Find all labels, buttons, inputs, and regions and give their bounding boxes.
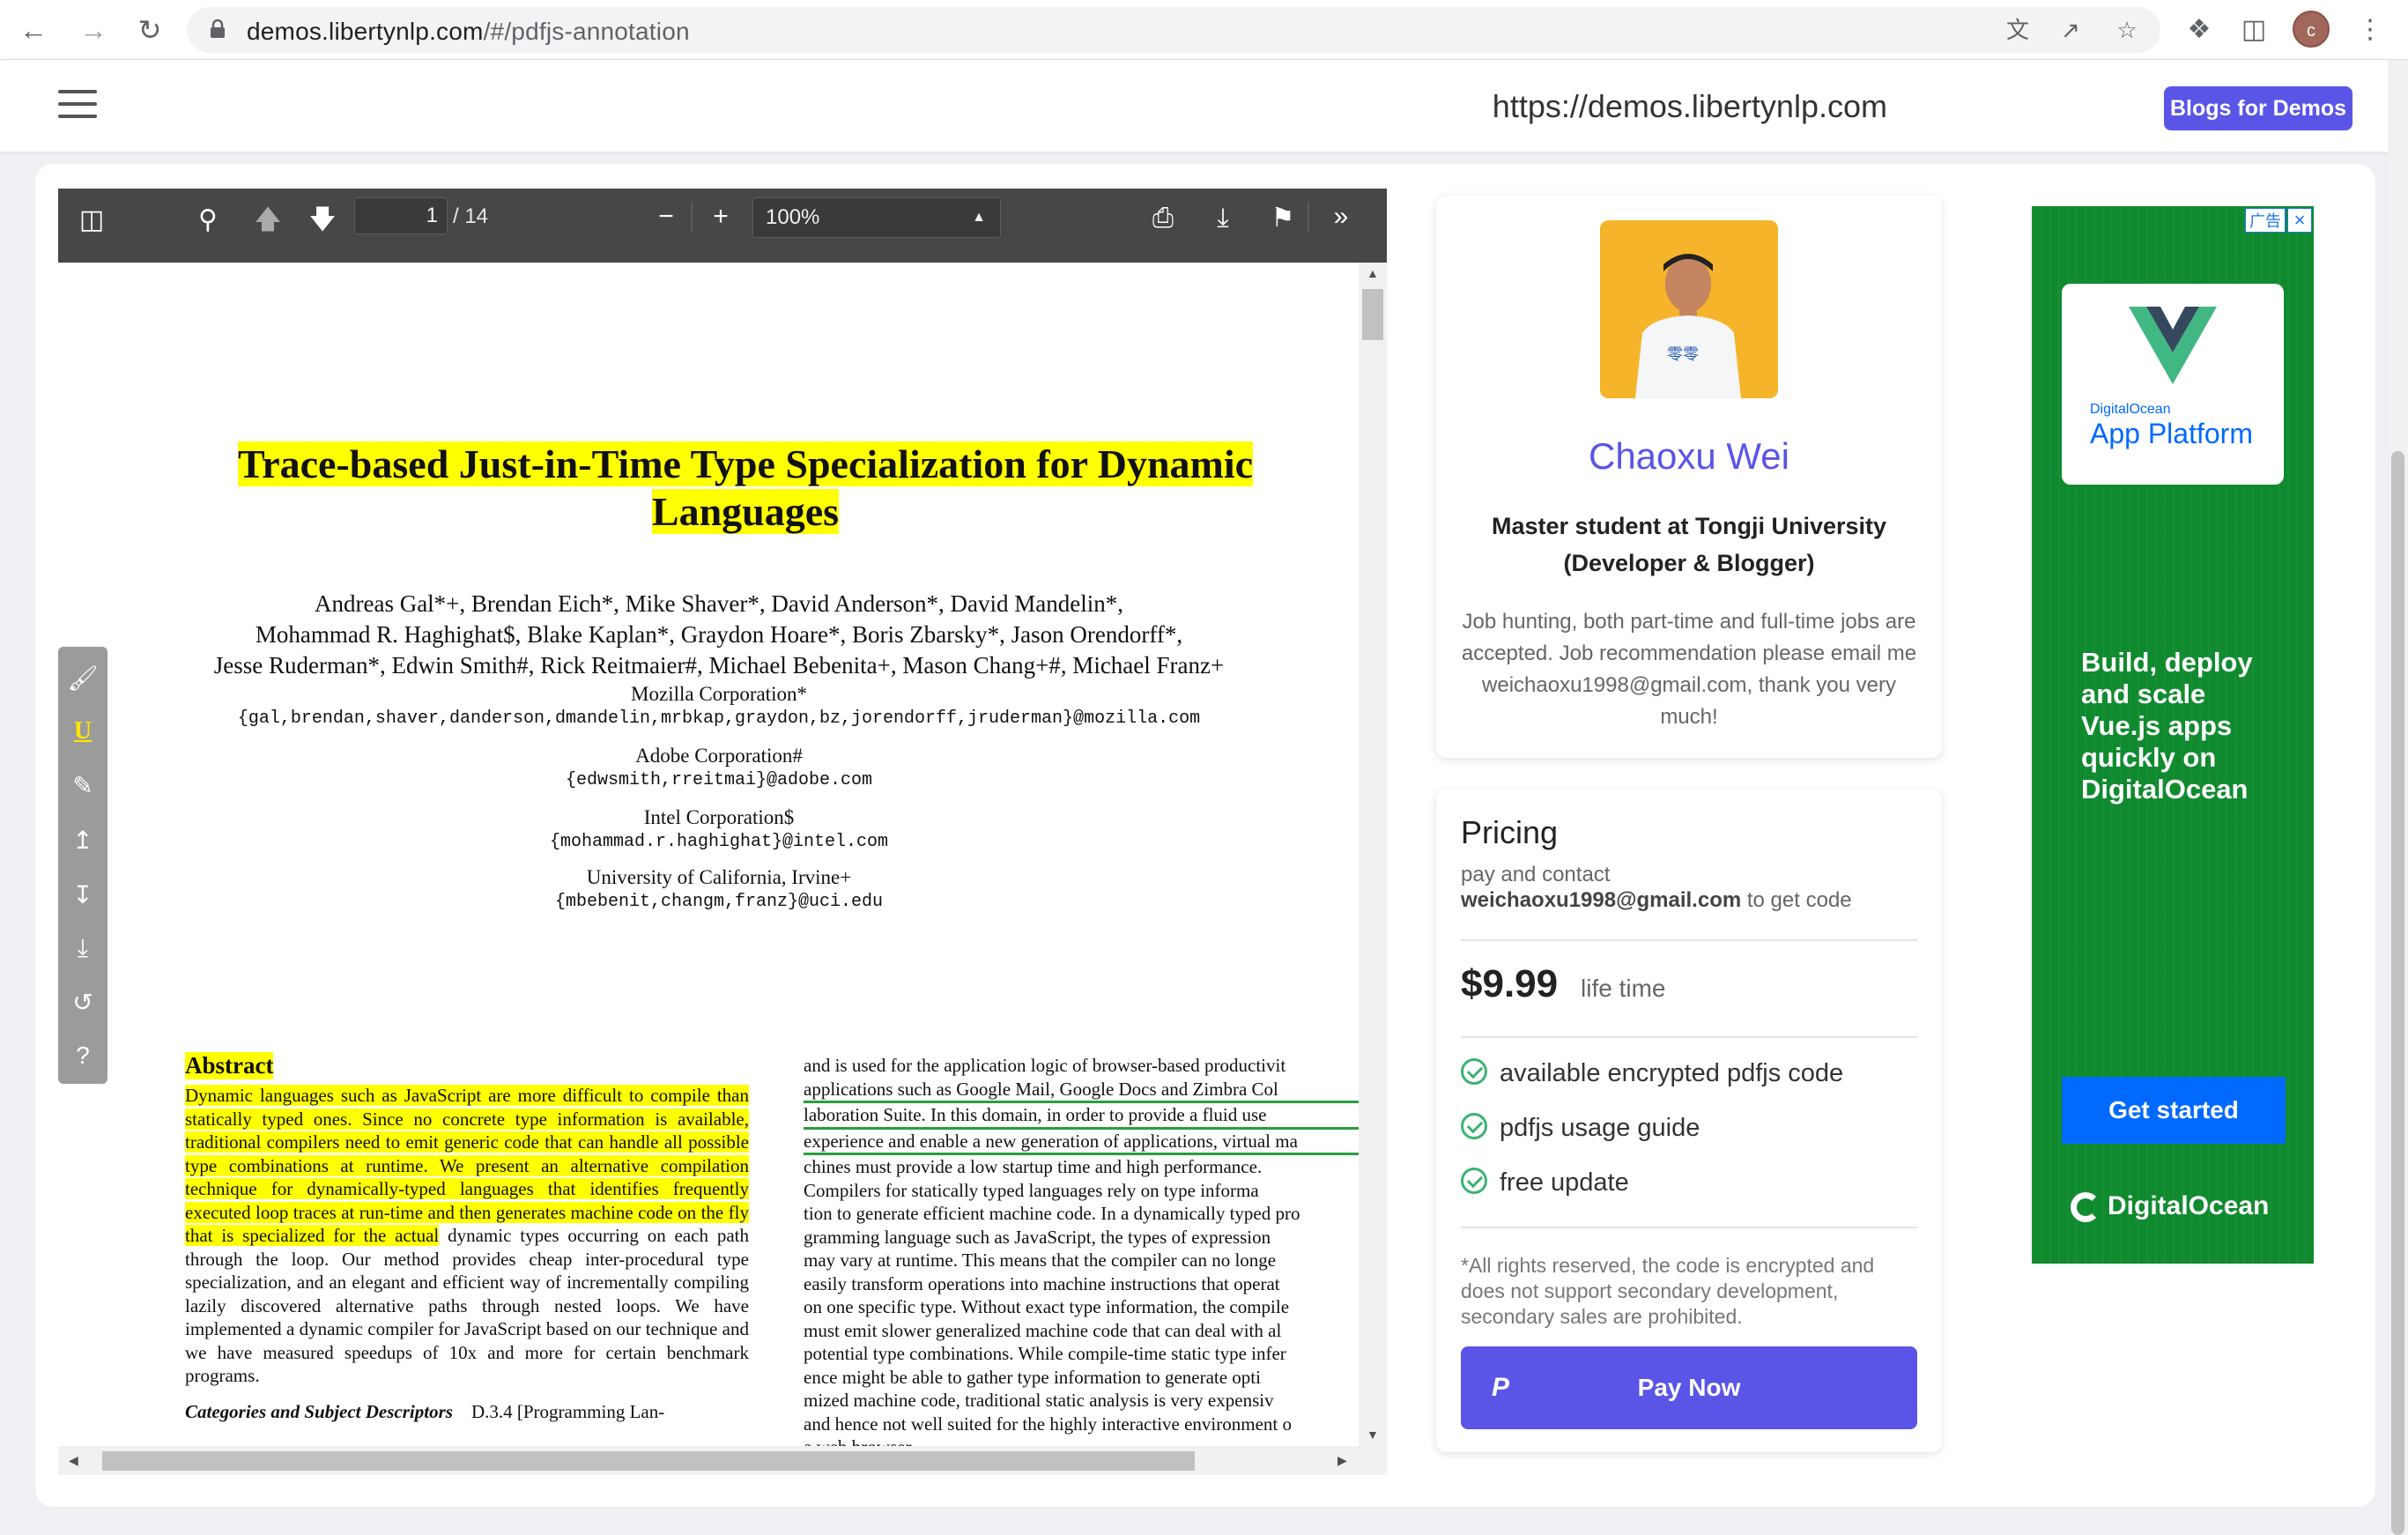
feature-item: pdfjs usage guide xyxy=(1461,1113,1700,1143)
side-panel-icon[interactable]: ◫ xyxy=(2234,11,2273,49)
digitalocean-icon xyxy=(2071,1192,2101,1223)
digitalocean-logo: DigitalOcean xyxy=(2071,1191,2269,1223)
share-icon[interactable]: ↗ xyxy=(2056,16,2085,44)
profile-photo: 零零 xyxy=(1600,220,1778,398)
blogs-for-demos-button[interactable]: Blogs for Demos xyxy=(2164,86,2352,130)
site-url[interactable]: https://demos.libertynlp.com xyxy=(1493,88,1887,125)
feature-item: available encrypted pdfjs code xyxy=(1461,1058,1843,1088)
extensions-puzzle-icon[interactable]: ❖ xyxy=(2180,11,2219,49)
right-column-text: and is used for the application logic of… xyxy=(804,1054,1359,1446)
profile-name: Chaoxu Wei xyxy=(1588,435,1789,477)
pencil-icon[interactable]: ✎ xyxy=(65,768,100,804)
ad-headline: Build, deploy and scale Vue.js apps quic… xyxy=(2081,647,2253,805)
download-tray-icon[interactable]: ↧ xyxy=(65,878,100,913)
pdf-vertical-scrollbar[interactable]: ▲ ▼ xyxy=(1359,263,1387,1446)
url-text: demos.libertynlp.com/#/pdfjs-annotation xyxy=(247,18,690,45)
profile-card: 零零 Chaoxu Wei Master student at Tongji U… xyxy=(1436,196,1942,758)
pricing-contact: pay and contact weichaoxu1998@gmail.com … xyxy=(1461,863,1852,912)
tools-menu-icon[interactable]: » xyxy=(1322,197,1360,236)
check-circle-icon xyxy=(1461,1168,1487,1195)
affiliation: Mozilla Corporation* {gal,brendan,shaver… xyxy=(237,683,1201,729)
pricing-card: Pricing pay and contact weichaoxu1998@gm… xyxy=(1436,790,1942,1452)
ad-badge[interactable]: 广告 xyxy=(2245,208,2286,233)
ad-app-tile: DigitalOcean App Platform xyxy=(2062,284,2284,485)
pdf-page: Trace-based Just-in-Time Type Specializa… xyxy=(58,263,1359,1446)
check-circle-icon xyxy=(1461,1113,1487,1140)
undo-icon[interactable]: ↺ xyxy=(65,985,100,1020)
close-icon[interactable]: × xyxy=(2287,208,2312,233)
advertisement[interactable]: 广告 × DigitalOcean App Platform Build, de… xyxy=(2032,206,2314,1264)
bookmark-star-icon[interactable]: ☆ xyxy=(2113,16,2141,44)
upload-icon[interactable]: ↥ xyxy=(65,823,100,858)
affiliation: Intel Corporation$ {mohammad.r.haghighat… xyxy=(549,806,889,852)
brush-icon[interactable]: 🖌 xyxy=(65,661,100,696)
search-icon[interactable]: ⚲ xyxy=(189,201,227,240)
browser-chrome: ← → ↻ demos.libertynlp.com/#/pdfjs-annot… xyxy=(0,0,2408,60)
reload-icon[interactable]: ↻ xyxy=(129,9,171,51)
paper-title: Trace-based Just-in-Time Type Specializa… xyxy=(237,441,1254,534)
price: $9.99 xyxy=(1461,962,1559,1005)
vue-logo-icon xyxy=(2129,307,2217,384)
page-count: / 14 xyxy=(453,204,489,228)
sidebar-toggle-icon[interactable]: ◫ xyxy=(72,201,111,240)
price-note: life time xyxy=(1581,975,1666,1002)
rights-notice: *All rights reserved, the code is encryp… xyxy=(1461,1254,1875,1328)
hamburger-menu-icon[interactable] xyxy=(58,90,97,120)
download-icon[interactable]: ⤓ xyxy=(1204,199,1242,238)
help-icon[interactable]: ? xyxy=(65,1038,100,1073)
next-page-icon[interactable]: 🡇 xyxy=(303,201,342,240)
feature-item: free update xyxy=(1461,1168,1629,1198)
affiliation: Adobe Corporation# {edwsmith,rreitmai}@a… xyxy=(565,745,873,790)
pdf-toolbar: ◫ ⚲ 🡅 🡇 1 / 14 − + 100% ▲ ⎙ ⤓ ⚑ » xyxy=(58,189,1387,263)
print-icon[interactable]: ⎙ xyxy=(1144,199,1182,238)
abstract-heading: Abstract xyxy=(185,1052,274,1079)
affiliation: University of California, Irvine+ {mbebe… xyxy=(554,866,884,912)
zoom-out-icon[interactable]: − xyxy=(647,197,685,236)
bookmark-icon[interactable]: ⚑ xyxy=(1263,199,1302,238)
pdf-horizontal-scrollbar[interactable]: ◀ ▶ xyxy=(58,1446,1387,1475)
profile-role: Master student at Tongji University (Dev… xyxy=(1491,513,1887,576)
previous-page-icon[interactable]: 🡅 xyxy=(248,201,287,240)
pdf-viewer: ◫ ⚲ 🡅 🡇 1 / 14 − + 100% ▲ ⎙ ⤓ ⚑ » Trace-b… xyxy=(58,189,1387,1475)
pricing-title: Pricing xyxy=(1461,814,1559,850)
translate-icon[interactable]: 文 xyxy=(2004,16,2032,44)
svg-text:零零: 零零 xyxy=(1667,345,1699,364)
address-bar[interactable]: demos.libertynlp.com/#/pdfjs-annotation … xyxy=(187,7,2160,53)
page-scrollbar[interactable] xyxy=(2388,60,2408,1535)
profile-avatar[interactable]: c xyxy=(2293,11,2330,48)
pay-now-button[interactable]: P Pay Now xyxy=(1461,1346,1917,1429)
page-number-input[interactable]: 1 xyxy=(354,197,448,234)
save-circle-icon[interactable]: ⤓ xyxy=(65,931,100,966)
lock-icon xyxy=(211,19,225,38)
forward-arrow-icon[interactable]: → xyxy=(72,9,115,51)
paypal-icon: P xyxy=(1491,1373,1509,1402)
annotation-toolbar: 🖌 U ✎ ↥ ↧ ⤓ ↺ ? xyxy=(58,647,107,1084)
kebab-menu-icon[interactable]: ⋮ xyxy=(2351,11,2389,49)
zoom-in-icon[interactable]: + xyxy=(701,197,740,236)
zoom-select[interactable]: 100% ▲ xyxy=(752,197,1001,238)
get-started-button[interactable]: Get started xyxy=(2062,1077,2286,1144)
paper-authors: Andreas Gal*+, Brendan Eich*, Mike Shave… xyxy=(213,590,1225,679)
abstract-text: Dynamic languages such as JavaScript are… xyxy=(185,1085,749,1422)
back-arrow-icon[interactable]: ← xyxy=(12,9,55,51)
site-header: https://demos.libertynlp.com Blogs for D… xyxy=(0,60,2388,152)
check-circle-icon xyxy=(1461,1058,1487,1086)
underline-icon[interactable]: U xyxy=(65,714,100,749)
profile-description: Job hunting, both part-time and full-tim… xyxy=(1461,610,1917,729)
